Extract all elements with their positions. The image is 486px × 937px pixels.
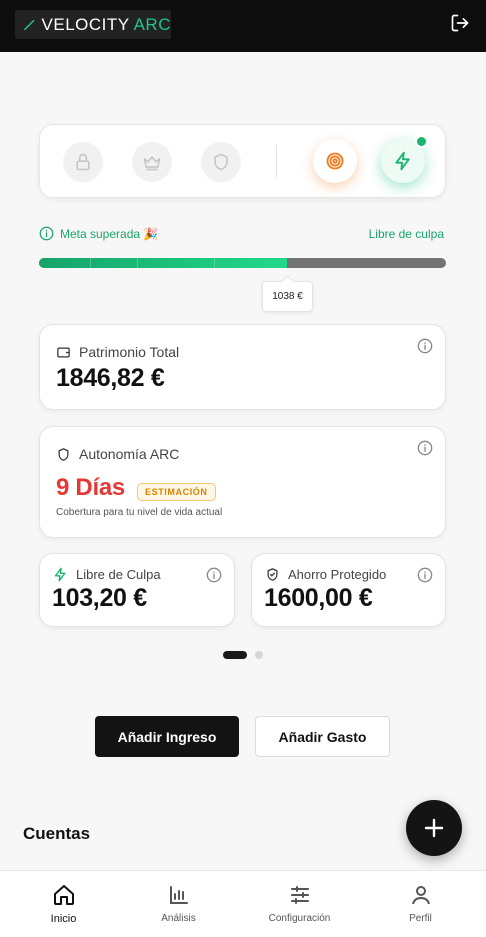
protected-savings-label: Ahorro Protegido bbox=[265, 567, 386, 582]
lock-icon bbox=[76, 153, 90, 171]
top-bar: VELOCITY ARC bbox=[0, 0, 486, 52]
progress-segment bbox=[137, 258, 138, 268]
progress-segment bbox=[90, 258, 91, 268]
nav-item-configuracion[interactable]: Configuración bbox=[239, 871, 360, 937]
crown-icon bbox=[143, 156, 161, 171]
guilt-free-card-label: Libre de Culpa bbox=[53, 567, 161, 582]
shield-badge[interactable] bbox=[201, 142, 241, 182]
notification-dot bbox=[415, 135, 428, 148]
guilt-free-value: 103,20 € bbox=[52, 584, 147, 612]
goal-status-row: Meta superada 🎉 Libre de culpa bbox=[39, 226, 446, 244]
autonomy-subtitle: Cobertura para tu nivel de vida actual bbox=[56, 507, 223, 518]
crown-badge[interactable] bbox=[132, 142, 172, 182]
info-circle-icon bbox=[39, 226, 54, 241]
add-income-button[interactable]: Añadir Ingreso bbox=[95, 716, 239, 757]
progress-bar bbox=[39, 258, 446, 268]
shield-check-icon bbox=[267, 568, 278, 581]
bolt-icon bbox=[54, 567, 66, 582]
add-expense-button[interactable]: Añadir Gasto bbox=[255, 716, 390, 757]
info-icon[interactable] bbox=[206, 567, 222, 583]
badge-divider bbox=[276, 145, 277, 177]
target-badge[interactable] bbox=[313, 139, 357, 183]
guilt-free-label: Libre de culpa bbox=[368, 227, 444, 241]
autonomy-value: 9 Días bbox=[56, 474, 125, 501]
target-icon bbox=[326, 152, 344, 170]
logout-icon bbox=[451, 14, 469, 32]
protected-savings-card[interactable]: Ahorro Protegido 1600,00 € bbox=[251, 553, 446, 627]
nav-item-perfil[interactable]: Perfil bbox=[360, 871, 481, 937]
logo-stroke-icon bbox=[24, 19, 35, 30]
lock-badge[interactable] bbox=[63, 142, 103, 182]
protected-savings-value: 1600,00 € bbox=[264, 584, 373, 612]
brand-name: VELOCITY ARC bbox=[41, 14, 171, 34]
nav-item-analisis[interactable]: Análisis bbox=[118, 871, 239, 937]
progress-bar-fill bbox=[39, 258, 288, 268]
logout-button[interactable] bbox=[449, 12, 471, 34]
info-icon[interactable] bbox=[417, 567, 433, 583]
shield-icon bbox=[58, 447, 69, 461]
bar-chart-icon bbox=[169, 886, 188, 904]
nav-item-inicio[interactable]: Inicio bbox=[3, 871, 124, 937]
autonomy-label: Autonomía ARC bbox=[56, 446, 179, 462]
bolt-icon bbox=[395, 151, 410, 171]
autonomy-card[interactable]: Autonomía ARC 9 Días ESTIMACIÓN Cobertur… bbox=[39, 426, 446, 538]
pager-dot-active[interactable] bbox=[223, 651, 247, 659]
goal-status: Meta superada 🎉 bbox=[39, 226, 158, 241]
goal-status-label: Meta superada 🎉 bbox=[60, 226, 159, 241]
user-icon bbox=[411, 886, 430, 905]
progress-tooltip: 1038 € bbox=[262, 281, 313, 312]
estimation-badge: ESTIMACIÓN bbox=[137, 483, 216, 501]
plus-icon bbox=[424, 818, 444, 838]
info-icon[interactable] bbox=[417, 338, 433, 354]
wallet-icon bbox=[57, 347, 70, 357]
sliders-icon bbox=[290, 886, 309, 904]
home-icon bbox=[53, 885, 74, 905]
net-worth-label: Patrimonio Total bbox=[56, 344, 179, 360]
guilt-free-card[interactable]: Libre de Culpa 103,20 € bbox=[39, 553, 235, 627]
net-worth-card[interactable]: Patrimonio Total 1846,82 € bbox=[39, 324, 446, 410]
shield-icon bbox=[214, 153, 228, 171]
add-fab-button[interactable] bbox=[406, 800, 462, 856]
info-icon[interactable] bbox=[417, 440, 433, 456]
bottom-nav: Inicio Análisis Configuración Perfil bbox=[0, 870, 486, 937]
progress-segment bbox=[214, 258, 215, 268]
brand-logo[interactable]: VELOCITY ARC bbox=[15, 10, 171, 39]
achievements-strip bbox=[39, 124, 446, 198]
pager-dot[interactable] bbox=[255, 651, 263, 659]
accounts-title: Cuentas bbox=[23, 824, 91, 843]
net-worth-value: 1846,82 € bbox=[56, 364, 165, 392]
